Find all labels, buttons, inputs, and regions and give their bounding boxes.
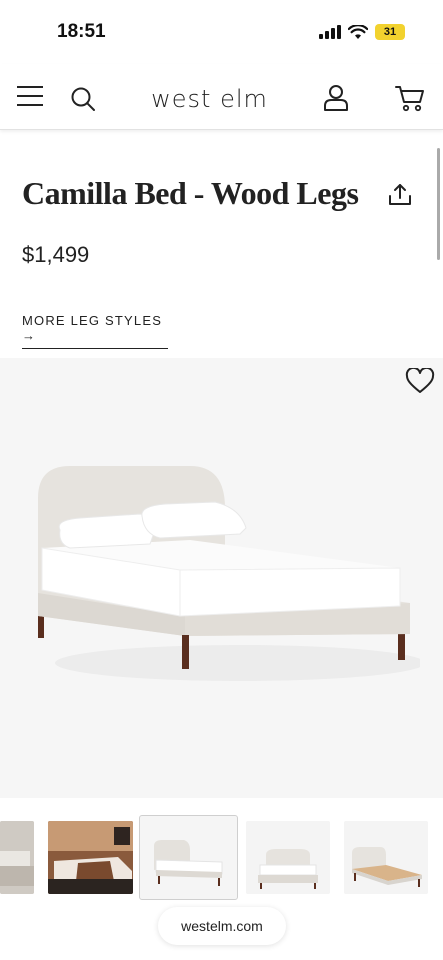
signal-icon xyxy=(319,25,341,39)
cart-icon[interactable] xyxy=(395,84,425,112)
site-header: west elm xyxy=(0,64,443,130)
site-logo[interactable]: west elm xyxy=(0,85,419,113)
thumbnail-5[interactable] xyxy=(344,821,428,894)
share-icon[interactable] xyxy=(387,182,413,208)
battery-icon: 31 xyxy=(375,24,405,40)
status-time: 18:51 xyxy=(57,21,106,42)
thumbnail-4[interactable] xyxy=(246,821,330,894)
bed-illustration xyxy=(38,466,420,681)
more-leg-styles-link[interactable]: MORE LEG STYLES → xyxy=(22,313,168,349)
thumbnail-1[interactable] xyxy=(0,821,34,894)
thumbnail-strip xyxy=(0,815,443,900)
account-icon[interactable] xyxy=(323,84,349,112)
thumbnail-3[interactable] xyxy=(139,815,238,900)
thumbnail-2[interactable] xyxy=(48,821,133,894)
heart-icon[interactable] xyxy=(405,368,435,394)
browser-domain-pill[interactable]: westelm.com xyxy=(158,907,286,945)
scrollbar[interactable] xyxy=(437,148,440,260)
product-title: Camilla Bed - Wood Legs xyxy=(22,175,359,211)
status-bar: 18:51 31 xyxy=(0,0,443,64)
wifi-icon xyxy=(348,24,368,39)
product-image[interactable] xyxy=(0,358,443,798)
product-price: $1,499 xyxy=(22,242,90,267)
status-icons: 31 xyxy=(319,24,405,40)
